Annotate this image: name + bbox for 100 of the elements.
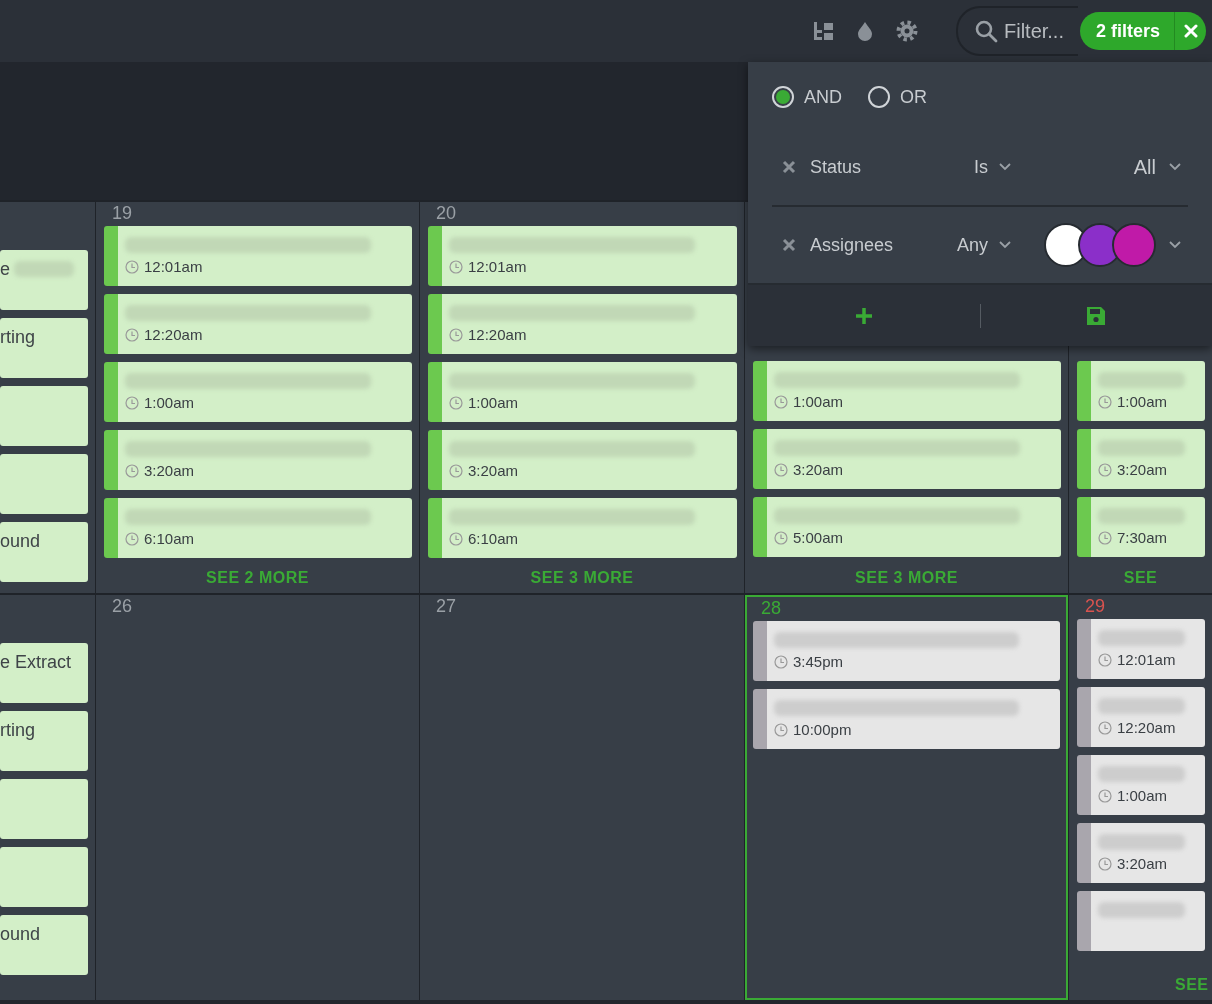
rule-field: Assignees bbox=[810, 234, 930, 256]
event-card[interactable]: e bbox=[0, 250, 88, 310]
chevron-down-icon bbox=[1168, 162, 1182, 172]
clock-icon bbox=[125, 327, 139, 342]
event-card[interactable]: 12:01am bbox=[1077, 619, 1205, 679]
clock-icon bbox=[125, 463, 139, 478]
event-card[interactable]: 1:00am bbox=[753, 361, 1061, 421]
event-card[interactable]: 10:00pm bbox=[753, 689, 1060, 749]
event-title: ound bbox=[0, 530, 41, 552]
clock-icon bbox=[774, 654, 788, 669]
plus-icon bbox=[854, 306, 873, 325]
see-more-link[interactable]: SEE 2 MORE bbox=[96, 569, 419, 587]
radio-label: AND bbox=[804, 86, 842, 108]
clock-icon bbox=[1098, 462, 1112, 477]
see-more-link[interactable]: SEE 3 MORE bbox=[745, 569, 1068, 587]
close-icon bbox=[782, 160, 796, 174]
radio-button[interactable] bbox=[772, 86, 794, 108]
clock-icon bbox=[1098, 856, 1112, 871]
day-number: 26 bbox=[112, 595, 134, 617]
save-icon bbox=[1086, 305, 1107, 326]
event-card[interactable]: 1:00am bbox=[428, 362, 737, 422]
event-card[interactable]: 6:10am bbox=[428, 498, 737, 558]
event-card[interactable]: 3:20am bbox=[1077, 823, 1205, 883]
event-time: 1:00am bbox=[1117, 393, 1168, 410]
clock-icon bbox=[449, 259, 463, 274]
clock-icon bbox=[1098, 788, 1112, 803]
event-time: 12:20am bbox=[1117, 719, 1176, 736]
settings-icon[interactable] bbox=[895, 20, 918, 42]
event-card[interactable]: 1:00am bbox=[104, 362, 412, 422]
tree-view-icon[interactable] bbox=[811, 20, 834, 42]
day-number: 19 bbox=[112, 202, 134, 224]
clock-icon bbox=[1098, 652, 1112, 667]
event-time: 1:00am bbox=[144, 394, 195, 411]
event-title: e Extract bbox=[0, 651, 72, 673]
search-box[interactable]: Filter... bbox=[955, 6, 1078, 56]
radio-button[interactable] bbox=[868, 86, 890, 108]
event-card[interactable]: 12:01am bbox=[104, 226, 412, 286]
clock-icon bbox=[125, 259, 139, 274]
clock-icon bbox=[125, 531, 139, 546]
chevron-down-icon bbox=[998, 240, 1012, 250]
see-more-link[interactable]: SEE 3 MORE bbox=[420, 569, 744, 587]
clock-icon bbox=[774, 530, 788, 545]
clock-icon bbox=[449, 327, 463, 342]
day-number: 29 bbox=[1085, 595, 1107, 617]
event-card[interactable]: 12:20am bbox=[428, 294, 737, 354]
operator-dropdown[interactable]: Any bbox=[956, 234, 1012, 256]
event-card[interactable]: 3:20am bbox=[1077, 429, 1205, 489]
event-time: 12:20am bbox=[468, 326, 527, 343]
chevron-down-icon bbox=[998, 162, 1012, 172]
day-number: 28 bbox=[761, 597, 783, 619]
event-title: rting bbox=[0, 719, 35, 741]
event-title: rting bbox=[0, 326, 35, 348]
event-card[interactable] bbox=[1077, 891, 1205, 951]
event-card[interactable]: 1:00am bbox=[1077, 361, 1205, 421]
event-card[interactable]: ound bbox=[0, 915, 88, 975]
clock-icon bbox=[449, 531, 463, 546]
event-card[interactable]: 3:45pm bbox=[753, 621, 1060, 681]
event-time: 6:10am bbox=[144, 530, 195, 547]
event-time: 12:20am bbox=[144, 326, 203, 343]
event-card[interactable]: 3:20am bbox=[104, 430, 412, 490]
search-field[interactable]: Filter... bbox=[1003, 19, 1078, 43]
event-time: 3:20am bbox=[144, 462, 195, 479]
clock-icon bbox=[125, 395, 139, 410]
event-time: 12:01am bbox=[468, 258, 527, 275]
remove-rule-button[interactable] bbox=[782, 160, 796, 174]
event-time: 1:00am bbox=[1117, 787, 1168, 804]
event-card[interactable]: rting bbox=[0, 711, 88, 771]
clock-icon bbox=[774, 462, 788, 477]
event-card[interactable]: 1:00am bbox=[1077, 755, 1205, 815]
clock-icon bbox=[774, 394, 788, 409]
event-card[interactable]: 12:01am bbox=[428, 226, 737, 286]
event-time: 1:00am bbox=[793, 393, 844, 410]
event-card[interactable]: 6:10am bbox=[104, 498, 412, 558]
event-card[interactable]: 12:20am bbox=[1077, 687, 1205, 747]
day-number: 20 bbox=[436, 202, 458, 224]
clock-icon bbox=[1098, 394, 1112, 409]
radio-label: OR bbox=[900, 86, 927, 108]
event-card[interactable]: 3:20am bbox=[428, 430, 737, 490]
logic-radio-option[interactable]: OR bbox=[868, 86, 927, 108]
event-card[interactable]: 3:20am bbox=[753, 429, 1061, 489]
event-card[interactable]: ound bbox=[0, 522, 88, 582]
event-card[interactable]: 7:30am bbox=[1077, 497, 1205, 557]
event-card[interactable]: rting bbox=[0, 318, 88, 378]
chevron-down-icon bbox=[1168, 240, 1182, 250]
clock-icon bbox=[774, 722, 788, 737]
event-time: 3:20am bbox=[793, 461, 844, 478]
event-time: 12:01am bbox=[144, 258, 203, 275]
event-card[interactable]: 5:00am bbox=[753, 497, 1061, 557]
day-number: 27 bbox=[436, 595, 458, 617]
remove-rule-button[interactable] bbox=[782, 238, 796, 252]
event-card[interactable]: e Extract bbox=[0, 643, 88, 703]
event-time: 10:00pm bbox=[793, 721, 852, 738]
clock-icon bbox=[1098, 720, 1112, 735]
value-dropdown[interactable]: All bbox=[1048, 155, 1188, 179]
event-title: e bbox=[0, 258, 10, 280]
event-card[interactable]: 12:20am bbox=[104, 294, 412, 354]
see-more-link[interactable]: SEE bbox=[1069, 976, 1212, 994]
see-more-link[interactable]: SEE bbox=[1069, 569, 1212, 587]
logic-radio-option[interactable]: AND bbox=[772, 86, 842, 108]
operator-dropdown[interactable]: Is bbox=[974, 156, 1012, 178]
